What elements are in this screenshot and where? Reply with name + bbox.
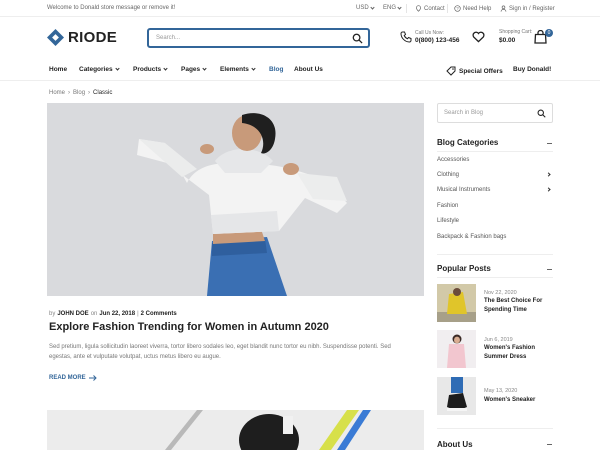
nav-item-categories[interactable]: Categories bbox=[79, 66, 120, 73]
buy-link[interactable]: Buy Donald! bbox=[513, 66, 551, 73]
chevron-down-icon bbox=[114, 66, 120, 71]
post-title[interactable]: Explore Fashion Trending for Women in Au… bbox=[49, 321, 329, 333]
collapse-minus-icon[interactable] bbox=[547, 269, 552, 270]
cart-count-badge: 0 bbox=[545, 29, 553, 37]
chevron-down-icon bbox=[397, 4, 402, 10]
category-lifestyle[interactable]: Lifestyle bbox=[437, 218, 459, 224]
breadcrumb-home[interactable]: Home bbox=[49, 90, 65, 96]
search-icon[interactable] bbox=[352, 33, 363, 44]
need-help-link[interactable]: ? Need Help bbox=[454, 5, 491, 12]
blog-search-input[interactable]: Search in Blog bbox=[437, 103, 553, 123]
post-comments[interactable]: 2 Comments bbox=[141, 311, 177, 317]
logo-text: RIODE bbox=[68, 29, 118, 46]
popular-post-thumbnail[interactable] bbox=[437, 377, 476, 415]
user-icon bbox=[500, 5, 507, 12]
category-clothing[interactable]: Clothing bbox=[437, 172, 459, 178]
help-icon: ? bbox=[454, 5, 461, 12]
cart-summary[interactable]: Shopping Cart: $0.00 bbox=[499, 29, 532, 44]
chevron-down-icon bbox=[251, 66, 256, 71]
chevron-down-icon bbox=[163, 66, 168, 71]
top-bar: Welcome to Donald store message or remov… bbox=[0, 0, 600, 17]
post-excerpt: Sed pretium, ligula sollicitudin laoreet… bbox=[49, 344, 391, 360]
tag-icon bbox=[446, 66, 456, 76]
search-icon[interactable] bbox=[537, 109, 546, 118]
language-select[interactable]: ENG bbox=[383, 4, 402, 11]
popular-post-title[interactable]: Women's Fashion Summer Dress bbox=[484, 344, 554, 362]
category-musical-instruments[interactable]: Musical Instruments bbox=[437, 187, 490, 193]
popular-post-image-1 bbox=[437, 284, 476, 322]
breadcrumb: Home › Blog › Classic bbox=[49, 90, 112, 96]
special-offers-link[interactable]: Special Offers bbox=[446, 66, 503, 76]
blog-categories-title: Blog Categories bbox=[437, 138, 499, 147]
wishlist-heart-icon[interactable] bbox=[472, 31, 485, 43]
svg-text:?: ? bbox=[456, 6, 459, 11]
nav-item-elements[interactable]: Elements bbox=[220, 66, 256, 73]
chevron-right-icon: › bbox=[68, 90, 71, 96]
chevron-right-icon[interactable] bbox=[546, 187, 551, 192]
collapse-minus-icon[interactable] bbox=[547, 444, 552, 445]
post-featured-image[interactable] bbox=[47, 103, 424, 296]
about-us-title: About Us bbox=[437, 440, 473, 449]
header: RIODE Search... Call Us Now: 0(800) 123-… bbox=[0, 17, 600, 59]
nav-item-about-us[interactable]: About Us bbox=[294, 66, 323, 73]
welcome-message: Welcome to Donald store message or remov… bbox=[47, 5, 176, 11]
read-more-link[interactable]: READ MORE bbox=[49, 375, 97, 381]
contact-link[interactable]: Contact bbox=[415, 5, 445, 12]
popular-post-image-3 bbox=[437, 377, 476, 415]
arrow-right-icon bbox=[88, 375, 97, 381]
main-nav: Home Categories Products Pages Elements … bbox=[0, 59, 600, 81]
chevron-right-icon[interactable] bbox=[546, 172, 551, 177]
logo[interactable]: RIODE bbox=[47, 29, 117, 46]
woman-fashion-photo bbox=[47, 103, 424, 296]
phone-icon bbox=[400, 31, 412, 43]
signin-link[interactable]: Sign in / Register bbox=[500, 5, 555, 12]
post-date: Jun 22, 2018 bbox=[99, 311, 136, 317]
nav-item-home[interactable]: Home bbox=[49, 66, 67, 73]
breadcrumb-current: Classic bbox=[93, 90, 113, 96]
popular-posts-title: Popular Posts bbox=[437, 264, 491, 273]
collapse-minus-icon[interactable] bbox=[547, 143, 552, 144]
popular-post-image-2 bbox=[437, 330, 476, 368]
category-fashion[interactable]: Fashion bbox=[437, 203, 458, 209]
nav-item-pages[interactable]: Pages bbox=[181, 66, 207, 73]
category-backpack[interactable]: Backpack & Fashion bags bbox=[437, 234, 506, 240]
nav-item-products[interactable]: Products bbox=[133, 66, 168, 73]
search-input[interactable]: Search... bbox=[147, 28, 370, 48]
logo-mark-icon bbox=[47, 29, 64, 46]
popular-post-thumbnail[interactable] bbox=[437, 330, 476, 368]
nav-item-blog[interactable]: Blog bbox=[269, 66, 283, 73]
breadcrumb-blog[interactable]: Blog bbox=[73, 90, 85, 96]
popular-post-title[interactable]: Women's Sneaker bbox=[484, 396, 554, 405]
popular-post-thumbnail[interactable] bbox=[437, 284, 476, 322]
popular-post-date: May 13, 2020 bbox=[484, 388, 518, 394]
currency-select[interactable]: USD bbox=[356, 4, 375, 11]
post-meta: by JOHN DOE on Jun 22, 2018 | 2 Comments bbox=[49, 311, 177, 317]
popular-post-date: Nov 22, 2020 bbox=[484, 290, 517, 296]
fashion-photo-2 bbox=[47, 410, 424, 450]
location-pin-icon bbox=[416, 5, 421, 12]
popular-post-title[interactable]: The Best Choice For Spending Time bbox=[484, 297, 554, 315]
category-accessories[interactable]: Accessories bbox=[437, 157, 469, 163]
post-featured-image-2[interactable] bbox=[47, 410, 424, 450]
popular-post-date: Jun 6, 2019 bbox=[484, 337, 513, 343]
chevron-down-icon bbox=[202, 66, 207, 71]
chevron-right-icon: › bbox=[88, 90, 91, 96]
chevron-down-icon bbox=[370, 4, 375, 10]
post-author[interactable]: JOHN DOE bbox=[57, 311, 88, 317]
